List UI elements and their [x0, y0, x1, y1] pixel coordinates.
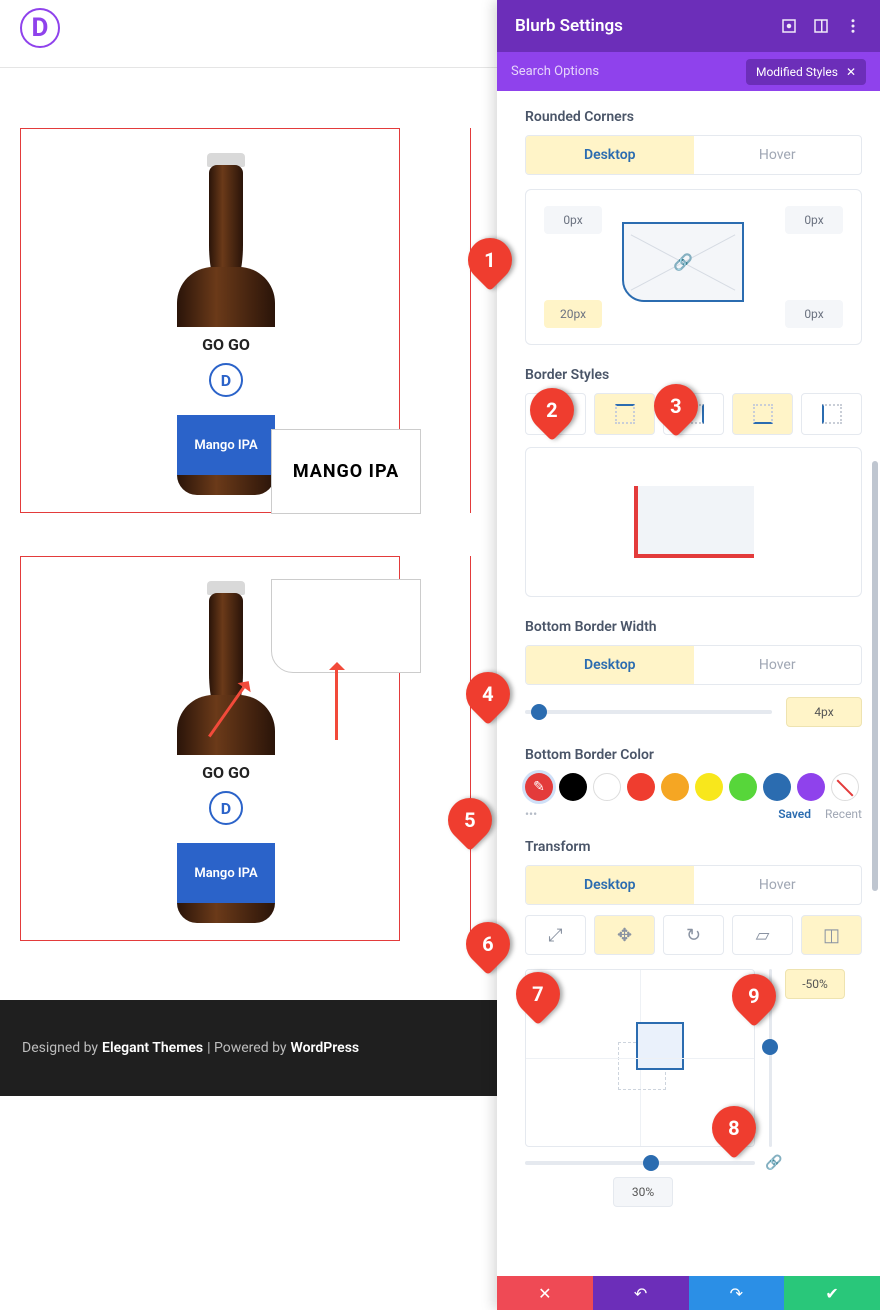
more-icon[interactable] [844, 17, 862, 35]
card-title-box: MANGO IPA [271, 429, 421, 514]
bottle-flavor: Mango IPA [177, 843, 275, 903]
divi-logo: D [20, 8, 60, 48]
responsive-tabs: Desktop Hover [525, 645, 862, 685]
product-bottle: GO GO D Mango IPA [171, 575, 281, 925]
dock-icon[interactable] [812, 17, 830, 35]
tab-desktop[interactable]: Desktop [526, 136, 694, 174]
bottle-brand: GO GO [177, 335, 275, 354]
modified-styles-label: Modified Styles [756, 65, 838, 79]
footer-prefix: Designed by [22, 1040, 98, 1056]
transform-cursor[interactable] [636, 1022, 684, 1070]
discard-button[interactable]: ✕ [497, 1276, 593, 1310]
transform-scale[interactable]: ⤢ [525, 915, 586, 955]
corner-bottom-right[interactable]: 0px [785, 300, 843, 328]
link-values-icon[interactable]: 🔗 [765, 1155, 782, 1171]
responsive-tabs: Desktop Hover [525, 135, 862, 175]
tab-hover[interactable]: Hover [694, 866, 862, 904]
guide-line-2 [470, 556, 471, 941]
border-top[interactable] [594, 393, 655, 435]
panel-header: Blurb Settings [497, 0, 880, 52]
swatch-red[interactable] [627, 773, 655, 801]
recent-colors-tab[interactable]: Recent [825, 807, 862, 821]
section-border-styles: Border Styles [525, 367, 862, 383]
product-card-2[interactable]: GO GO D Mango IPA [20, 556, 400, 941]
search-input[interactable]: Search Options [511, 64, 599, 79]
border-width-value[interactable]: 4px [786, 697, 862, 727]
tab-desktop[interactable]: Desktop [526, 866, 694, 904]
swatch-yellow[interactable] [695, 773, 723, 801]
color-picker-dropper[interactable]: ✎ [525, 773, 553, 801]
more-colors-icon[interactable]: ••• [525, 807, 764, 821]
panel-footer-actions: ✕ ↶ ↷ ✔ [497, 1276, 880, 1310]
bottle-mark: D [209, 791, 243, 825]
footer-cms-link[interactable]: WordPress [291, 1040, 360, 1056]
close-icon[interactable]: ✕ [846, 65, 856, 79]
section-bottom-border-color: Bottom Border Color [525, 747, 862, 763]
swatch-none[interactable] [831, 773, 859, 801]
undo-button[interactable]: ↶ [593, 1276, 689, 1310]
link-values-icon[interactable]: 🔗 [673, 253, 693, 272]
transform-rotate[interactable]: ↻ [663, 915, 724, 955]
product-card-1[interactable]: GO GO D Mango IPA MANGO IPA [20, 128, 400, 513]
border-width-slider[interactable] [525, 710, 772, 714]
scrollbar[interactable] [872, 461, 878, 891]
transform-x-slider[interactable] [525, 1161, 755, 1165]
saved-colors-tab[interactable]: Saved [778, 807, 811, 821]
panel-search-bar: Search Options Modified Styles ✕ [497, 52, 880, 91]
transform-skew[interactable]: ▱ [732, 915, 793, 955]
tab-hover[interactable]: Hover [694, 136, 862, 174]
swatch-purple[interactable] [797, 773, 825, 801]
transform-type-selector: ⤢ ✥ ↻ ▱ ◫ [525, 915, 862, 955]
transform-y-value[interactable]: -50% [785, 969, 845, 999]
bottle-brand: GO GO [177, 763, 275, 782]
tab-desktop[interactable]: Desktop [526, 646, 694, 684]
save-button[interactable]: ✔ [784, 1276, 880, 1310]
tab-hover[interactable]: Hover [694, 646, 862, 684]
fullscreen-icon[interactable] [780, 17, 798, 35]
section-rounded-corners: Rounded Corners [525, 109, 862, 125]
footer-theme-link[interactable]: Elegant Themes [102, 1040, 203, 1056]
transform-x-value[interactable]: 30% [613, 1177, 673, 1207]
settings-panel: Blurb Settings Search Options Modified S… [497, 0, 880, 1310]
bottle-flavor: Mango IPA [177, 415, 275, 475]
rounded-corners-control: 0px 0px 20px 0px 🔗 [525, 189, 862, 345]
corner-top-right[interactable]: 0px [785, 206, 843, 234]
responsive-tabs: Desktop Hover [525, 865, 862, 905]
corner-bottom-left[interactable]: 20px [544, 300, 602, 328]
color-swatches: ✎ [525, 773, 862, 801]
section-transform: Transform [525, 839, 862, 855]
border-preview [525, 447, 862, 597]
product-bottle: GO GO D Mango IPA [171, 147, 281, 497]
panel-title: Blurb Settings [515, 16, 623, 36]
swatch-blue[interactable] [763, 773, 791, 801]
guide-line-1 [470, 128, 471, 513]
annotation-arrow [335, 670, 338, 740]
swatch-black[interactable] [559, 773, 587, 801]
card-title-box-transformed [271, 579, 421, 673]
corner-top-left[interactable]: 0px [544, 206, 602, 234]
redo-button[interactable]: ↷ [689, 1276, 785, 1310]
modified-styles-filter[interactable]: Modified Styles ✕ [746, 59, 866, 85]
transform-translate[interactable]: ✥ [594, 915, 655, 955]
section-bottom-border-width: Bottom Border Width [525, 619, 862, 635]
bottle-mark: D [209, 363, 243, 397]
transform-origin[interactable]: ◫ [801, 915, 862, 955]
footer-mid: | Powered by [207, 1040, 286, 1056]
border-bottom[interactable] [732, 393, 793, 435]
corner-preview[interactable]: 🔗 [622, 222, 744, 302]
swatch-white[interactable] [593, 773, 621, 801]
swatch-green[interactable] [729, 773, 757, 801]
swatch-orange[interactable] [661, 773, 689, 801]
header-divider [0, 67, 497, 68]
border-left[interactable] [801, 393, 862, 435]
page-footer: Designed by Elegant Themes | Powered by … [0, 1000, 497, 1096]
